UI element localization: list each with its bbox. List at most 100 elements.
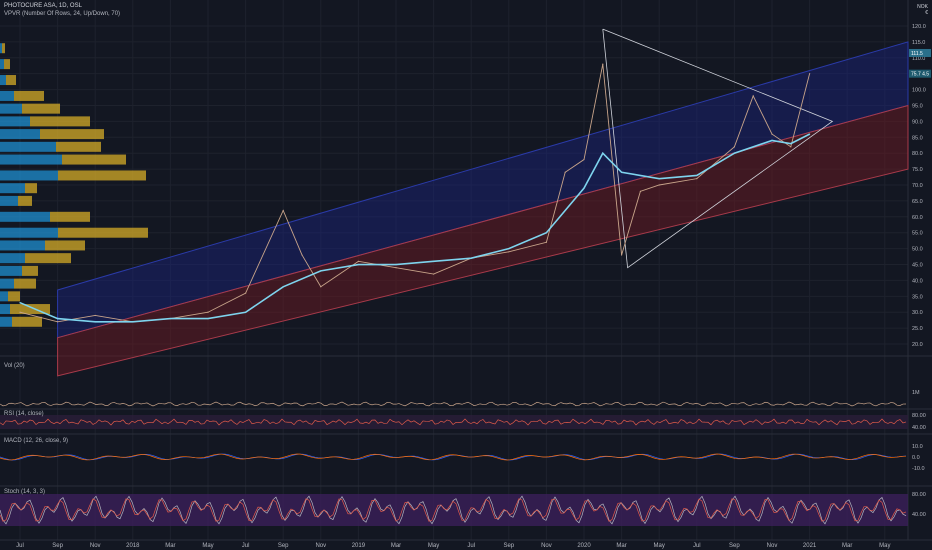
x-tick-label: Jul [467, 543, 475, 549]
sma-line-point [207, 318, 209, 320]
volume-profile-up-bar [0, 278, 14, 289]
sma-line-point [245, 311, 247, 313]
price-line-point [639, 190, 642, 192]
x-tick-label: May [879, 543, 890, 549]
volume-profile-up-bar [0, 195, 18, 206]
volume-profile-down-bar [14, 278, 36, 289]
currency-symbol: € [925, 10, 928, 16]
x-tick-label: Mar [616, 543, 626, 549]
chart-canvas[interactable]: 1M 80.00 40.00 10.0 0.0 -10.0 80.00 40.00 120.0… [0, 0, 932, 550]
sma-line-point [132, 321, 134, 323]
sma-line-point [771, 139, 773, 142]
volume-profile-up-bar [0, 90, 14, 101]
price-line-point [19, 311, 21, 313]
volume-profile-up-bar [0, 265, 22, 276]
last-price-text: 111.5 [911, 51, 923, 57]
sma-line-point [470, 257, 472, 259]
y-tick-label: 40.0 [912, 278, 923, 284]
x-tick-label: 2021 [803, 543, 817, 549]
sma-line-point [733, 152, 736, 154]
sub-pane-tick-label: 80.00 [912, 492, 926, 498]
price-line-point [602, 63, 604, 65]
volume-profile-down-bar [62, 154, 126, 165]
sma-line-point [790, 143, 792, 145]
macd-pane-label: MACD (12, 26, close, 9) [4, 438, 69, 444]
volume-profile-down-bar [25, 253, 71, 264]
x-tick-label: 2020 [577, 543, 591, 549]
y-tick-label: 70.0 [912, 183, 923, 189]
volume-profile-down-bar [25, 183, 37, 194]
y-tick-label: 60.0 [912, 215, 923, 221]
volume-profile-up-bar [0, 170, 58, 181]
stoch-band [0, 494, 908, 526]
price-line-point [508, 251, 510, 253]
volume-profile-up-bar [0, 129, 40, 140]
price-line-point [696, 178, 698, 180]
x-tick-label: May [654, 543, 665, 549]
volume-profile-up-bar [0, 240, 45, 251]
x-tick-label: Sep [278, 543, 289, 549]
x-tick-label: Jul [16, 543, 24, 549]
sma-line-point [395, 263, 397, 266]
volume-profile-down-bar [2, 43, 5, 54]
volume-profile-up-bar [0, 59, 4, 70]
price-line-point [583, 158, 585, 161]
x-tick-label: Sep [729, 543, 740, 549]
sma-line-point [169, 318, 171, 320]
volume-profile-up-bar [0, 253, 25, 264]
price-line-point [564, 171, 566, 173]
sub-pane-tick-label: 40.00 [912, 512, 926, 518]
volume-profile-up-bar [0, 116, 30, 127]
y-tick-label: 50.0 [912, 247, 923, 253]
x-tick-label: May [202, 543, 213, 549]
volume-profile-down-bar [58, 170, 146, 181]
y-tick-label: 115.0 [912, 40, 925, 46]
volume-profile-down-bar [58, 227, 148, 238]
price-line-point [395, 267, 397, 269]
volume-profile-up-bar [0, 211, 50, 222]
volume-profile-up-bar [0, 227, 58, 238]
x-tick-label: Nov [541, 543, 552, 549]
y-tick-label: 20.0 [912, 342, 923, 348]
volume-profile-down-bar [40, 129, 104, 140]
y-tick-label: 45.0 [912, 263, 923, 269]
volume-profile-up-bar [0, 75, 6, 86]
volume-profile-up-bar [0, 291, 8, 302]
price-line-point [207, 311, 209, 313]
sma-line-point [602, 152, 604, 154]
x-tick-label: Jul [693, 543, 701, 549]
volume-profile-up-bar [0, 183, 25, 194]
price-line-point [752, 95, 754, 97]
volume-profile-down-bar [8, 291, 20, 302]
volume-profile-up-bar [0, 154, 62, 165]
x-tick-label: 2019 [352, 543, 366, 549]
stoch-pane-label: Stoch (14, 3, 3) [4, 489, 46, 495]
x-tick-label: Nov [767, 543, 778, 549]
sub-pane-tick-label: 80.00 [912, 413, 926, 419]
sma-line-point [583, 187, 585, 189]
x-tick-label: 2018 [126, 543, 140, 549]
price-line-point [771, 133, 773, 135]
price-line-point [301, 254, 303, 256]
sma-line-point [433, 260, 435, 262]
sma-line-point [621, 171, 623, 173]
sma-line-point [658, 178, 660, 180]
sma-line-point [57, 318, 59, 320]
price-line-point [57, 321, 59, 323]
price-line-point [320, 286, 322, 288]
x-tick-label: Mar [391, 543, 401, 549]
price-line-point [621, 254, 623, 256]
volume-profile-down-bar [22, 103, 60, 114]
y-tick-label: 25.0 [912, 326, 923, 332]
sub-pane-tick-label: -10.0 [912, 466, 925, 472]
y-tick-label: 90.0 [912, 119, 923, 125]
y-tick-label: 85.0 [912, 135, 923, 141]
sma-line-point [19, 302, 21, 304]
volume-profile-up-bar [0, 304, 10, 315]
sma-line-point [94, 321, 96, 323]
volume-profile-down-bar [30, 116, 90, 127]
vol-pane-label: Vol (20) [4, 363, 25, 369]
y-tick-label: 55.0 [912, 231, 923, 237]
volume-profile-down-bar [50, 211, 90, 222]
y-tick-label: 30.0 [912, 310, 923, 316]
